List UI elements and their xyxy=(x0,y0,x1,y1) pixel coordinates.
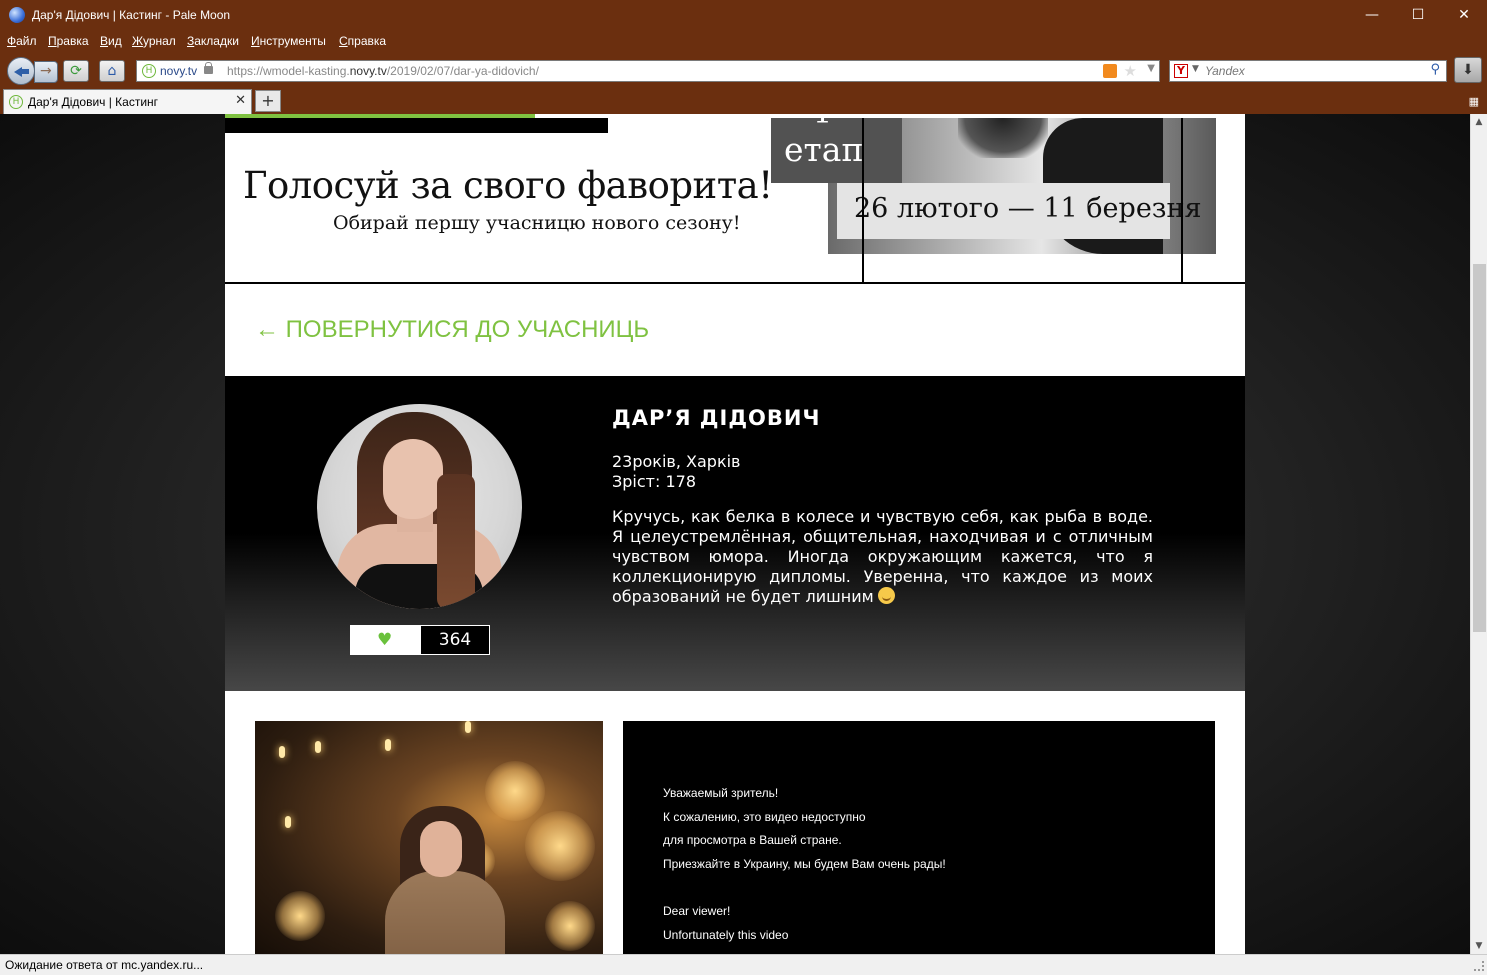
bulb xyxy=(285,816,291,828)
banner-divider xyxy=(862,118,864,254)
menu-tools[interactable]: Инструменты xyxy=(251,34,326,48)
search-icon[interactable]: ⚲ xyxy=(1430,62,1440,77)
lock-icon xyxy=(204,62,213,74)
gallery-photo[interactable] xyxy=(255,721,603,954)
minimize-button[interactable]: — xyxy=(1349,0,1395,32)
participant-profile: ♥ 364 ДАР’Я ДІДОВИЧ 23років, Харків Зріс… xyxy=(225,376,1245,691)
bookmark-star-icon[interactable]: ★ xyxy=(1124,62,1137,80)
video-player[interactable]: Уважаемый зритель! К сожалению, это виде… xyxy=(623,721,1215,954)
vote-count: 364 xyxy=(438,630,472,650)
maximize-button[interactable]: ☐ xyxy=(1395,0,1441,32)
page-viewport: Голосуй за свого фаворита! Обирай першу … xyxy=(0,114,1470,954)
page-content: Голосуй за свого фаворита! Обирай першу … xyxy=(225,114,1245,954)
tab-active[interactable]: Н Дар'я Дідович | Кастинг ✕ xyxy=(3,89,252,114)
status-bar: Ожидание ответа от mc.yandex.ru... xyxy=(0,954,1487,975)
stage-label: етап xyxy=(784,130,864,169)
site-identity-label[interactable]: novy.tv xyxy=(160,64,197,78)
tab-title[interactable]: Дар'я Дідович | Кастинг xyxy=(28,95,158,109)
stage-badge: 1 етап xyxy=(771,114,902,183)
scroll-up-arrow-icon[interactable]: ▲ xyxy=(1471,114,1487,130)
bulb xyxy=(315,741,321,753)
vertical-scrollbar[interactable]: ▲ ▼ xyxy=(1470,114,1487,954)
participant-height: Зріст: 178 xyxy=(612,472,696,491)
menu-file[interactable]: Файл xyxy=(7,34,37,48)
menu-help[interactable]: Справка xyxy=(339,34,386,48)
participant-name: ДАР’Я ДІДОВИЧ xyxy=(612,406,821,430)
video-notice-line: для просмотра в Вашей стране. xyxy=(663,833,842,847)
site-identity-icon[interactable]: Н xyxy=(142,64,156,78)
participant-avatar xyxy=(317,404,522,609)
url-text[interactable]: https://wmodel-kasting.novy.tv/2019/02/0… xyxy=(227,64,539,78)
menu-bar: Файл Правка Вид Журнал Закладки Инструме… xyxy=(0,32,1487,52)
scrollbar-thumb[interactable] xyxy=(1473,264,1486,632)
smile-emoji-icon xyxy=(877,587,895,604)
banner-divider xyxy=(1181,118,1183,254)
bulb xyxy=(465,721,471,733)
banner-divider xyxy=(862,254,864,284)
participant-age-city: 23років, Харків xyxy=(612,452,741,471)
back-to-participants-link[interactable]: ← ПОВЕРНУТИСЯ ДО УЧАСНИЦЬ xyxy=(255,316,649,344)
video-notice-line: К сожалению, это видео недоступно xyxy=(663,810,866,824)
heart-icon[interactable]: ♥ xyxy=(377,631,392,649)
window-title: Дар'я Дідович | Кастинг - Pale Moon xyxy=(32,8,231,22)
voting-banner: Голосуй за свого фаворита! Обирай першу … xyxy=(225,114,1245,284)
bokeh-light xyxy=(275,891,325,941)
menu-edit[interactable]: Правка xyxy=(48,34,89,48)
banner-photo-shadow xyxy=(958,118,1048,158)
resize-grip-icon[interactable] xyxy=(1474,961,1484,971)
banner-subtitle: Обирай першу учасницю нового сезону! xyxy=(333,212,741,234)
banner-divider xyxy=(1181,254,1183,284)
banner-title: Голосуй за свого фаворита! xyxy=(243,164,773,207)
bokeh-light xyxy=(485,761,545,821)
video-notice-line: Уважаемый зритель! xyxy=(663,786,779,800)
stage-dates: 26 лютого — 11 березня xyxy=(837,183,1202,239)
search-bar[interactable]: Y ▼ Yandex ⚲ xyxy=(1169,60,1447,82)
url-dropdown-icon[interactable]: ▼ xyxy=(1147,63,1155,74)
rss-icon[interactable] xyxy=(1103,64,1117,78)
bokeh-light xyxy=(525,811,595,881)
navigation-toolbar: ⟳ ⌂ Н novy.tv https://wmodel-kasting.nov… xyxy=(0,54,1487,86)
close-window-button[interactable]: ✕ xyxy=(1441,0,1487,32)
vote-button[interactable]: ♥ xyxy=(351,626,421,654)
pale-moon-icon xyxy=(9,7,25,23)
url-bar[interactable]: Н novy.tv https://wmodel-kasting.novy.tv… xyxy=(136,60,1160,82)
reload-button[interactable]: ⟳ xyxy=(63,60,89,82)
search-input[interactable]: Yandex xyxy=(1205,64,1245,78)
participant-bio: Кручусь, как белка в колесе и чувствую с… xyxy=(612,507,1153,607)
video-notice-line: Unfortunately this video xyxy=(663,928,789,942)
downloads-button[interactable]: ⬇ xyxy=(1454,57,1482,83)
avatar-face xyxy=(383,439,443,519)
search-engine-dropdown-icon[interactable]: ▼ xyxy=(1192,64,1199,74)
avatar-hair-strand xyxy=(437,474,475,609)
back-button[interactable] xyxy=(7,57,35,85)
vote-widget: ♥ 364 xyxy=(350,625,490,655)
photo-subject-sweater xyxy=(385,871,505,954)
title-bar: Дар'я Дідович | Кастинг - Pale Moon — ☐ … xyxy=(0,0,1487,32)
yandex-icon[interactable]: Y xyxy=(1174,64,1188,78)
home-button[interactable]: ⌂ xyxy=(99,60,125,82)
menu-view[interactable]: Вид xyxy=(100,34,122,48)
tab-close-icon[interactable]: ✕ xyxy=(235,93,246,108)
banner-decor-bar xyxy=(225,118,608,133)
tab-favicon-icon: Н xyxy=(9,95,23,109)
bokeh-light xyxy=(545,901,595,951)
menu-history[interactable]: Журнал xyxy=(132,34,176,48)
stage-number: 1 xyxy=(813,114,832,131)
new-tab-button[interactable]: + xyxy=(255,90,281,112)
video-notice-line: Dear viewer! xyxy=(663,904,731,918)
tab-bar: Н Дар'я Дідович | Кастинг ✕ + ▦ xyxy=(0,86,1487,114)
video-notice-line: Приезжайте в Украину, мы будем Вам очень… xyxy=(663,857,946,871)
status-text: Ожидание ответа от mc.yandex.ru... xyxy=(5,958,204,972)
menu-bookmarks[interactable]: Закладки xyxy=(187,34,239,48)
bulb xyxy=(279,746,285,758)
scroll-down-arrow-icon[interactable]: ▼ xyxy=(1471,938,1487,954)
bulb xyxy=(385,739,391,751)
photo-subject-face xyxy=(420,821,462,877)
stage-dates-text: 26 лютого — 11 березня xyxy=(854,193,1202,224)
forward-button[interactable] xyxy=(34,61,58,83)
tab-list-icon[interactable]: ▦ xyxy=(1469,95,1479,108)
